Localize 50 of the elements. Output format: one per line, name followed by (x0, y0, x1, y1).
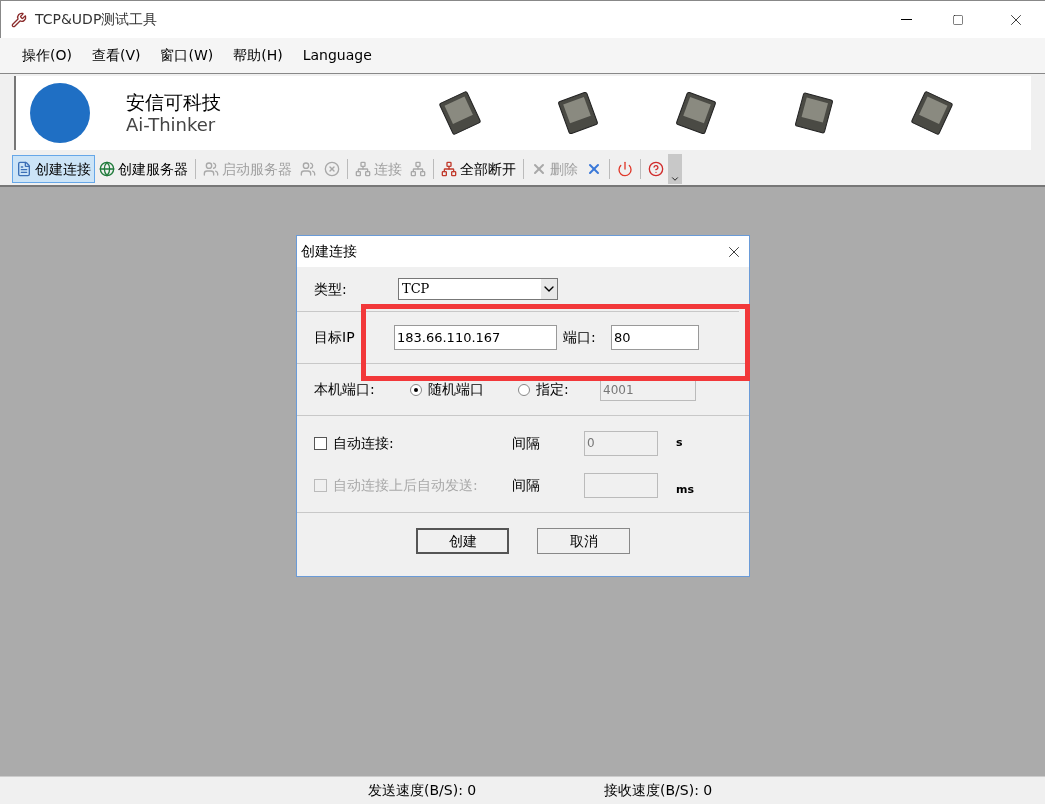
users-icon (203, 161, 219, 177)
send-speed: 发送速度(B/S): 0 (368, 781, 478, 800)
menu-item[interactable]: 查看(V) (91, 45, 141, 66)
close-icon (324, 161, 340, 177)
menu-item[interactable]: 帮助(H) (233, 45, 283, 66)
maximize-icon (952, 13, 964, 26)
radio-button[interactable] (410, 383, 422, 396)
checkbox[interactable] (314, 436, 327, 450)
unit-label: ms (676, 481, 694, 498)
app-icon (11, 11, 27, 28)
dialog-title: 创建连接 (301, 242, 357, 261)
delete-icon (531, 161, 547, 177)
unit-label: s (676, 434, 683, 451)
menu-item[interactable]: Language (302, 45, 372, 66)
toolbar-button[interactable]: 创建服务器 (95, 155, 192, 183)
local-port-label: 本机端口: (314, 380, 376, 399)
type-dropdown[interactable]: TCP (398, 278, 558, 300)
help-icon (648, 161, 664, 177)
brand-name: Ai-Thinker (126, 114, 217, 136)
ip-input[interactable]: 183.66.110.167 (394, 325, 557, 350)
ai-logo (30, 83, 90, 143)
menu-item[interactable]: 操作(O) (22, 45, 72, 66)
document-icon (16, 161, 32, 177)
radio-button[interactable] (518, 383, 530, 396)
type-label: 类型: (314, 279, 348, 299)
power-icon (617, 161, 633, 177)
interval-label: 间隔 (512, 475, 541, 495)
cross-icon (586, 161, 602, 177)
port-input[interactable]: 80 (611, 325, 699, 350)
users-icon (300, 161, 316, 177)
port-label: 端口: (563, 328, 597, 347)
toolbar-button[interactable]: 全部断开 (437, 155, 520, 183)
window-title: TCP&UDP测试工具 (35, 10, 158, 29)
target-ip-label: 目标IP (314, 328, 356, 347)
receive-speed: 接收速度(B/S): 0 (604, 781, 713, 800)
dialog-button[interactable]: 创建 (416, 528, 509, 554)
globe-icon (99, 161, 115, 177)
dialog-button[interactable]: 取消 (537, 528, 630, 554)
toolbar-button[interactable]: 创建连接 (12, 155, 95, 183)
menu-item[interactable]: 窗口(W) (160, 45, 214, 66)
network-icon (441, 161, 457, 177)
network-icon (410, 161, 426, 177)
checkbox-option[interactable]: 自动连接: (314, 432, 512, 454)
radio-option[interactable]: 指定: (518, 379, 600, 400)
radio-option[interactable]: 随机端口 (410, 379, 518, 400)
company-name: 安信可科技 (126, 90, 221, 114)
interval-label: 间隔 (512, 433, 541, 453)
network-icon (355, 161, 371, 177)
chevron-down-icon (670, 174, 680, 184)
minimize-icon (900, 19, 912, 20)
